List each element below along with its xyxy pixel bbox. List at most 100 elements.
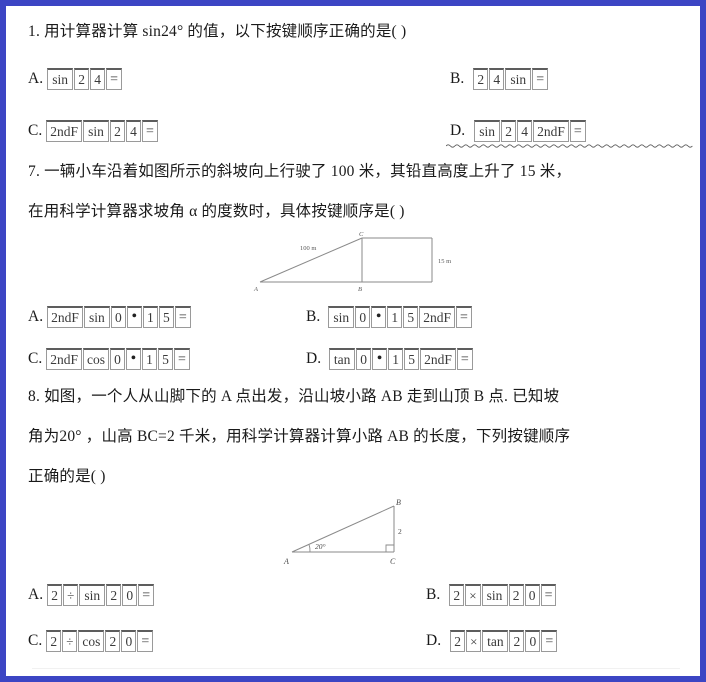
q1-option-b[interactable]: B. 2 4 sin = [450, 68, 549, 90]
calculator-key-5: 5 [158, 306, 174, 328]
q7-option-c-label: C. [28, 350, 43, 367]
page-border-bottom [0, 676, 706, 682]
calculator-key-cos: cos [78, 630, 105, 652]
calculator-key-0: 0 [110, 306, 126, 328]
q7-label-vertex-b: B [358, 286, 362, 292]
calculator-key-2ndF: 2ndF [46, 120, 82, 142]
calculator-key-: = [569, 120, 586, 142]
q7-slope-triangle-figure: 100 m 15 m A B C [252, 230, 464, 292]
calculator-key-2: 2 [509, 630, 525, 652]
calculator-key-0: 0 [109, 348, 125, 370]
question-7-text-line-1: 7. 一辆小车沿着如图所示的斜坡向上行驶了 100 米，其铅直高度上升了 15 … [28, 163, 572, 180]
q8-label-vertex-a: A [283, 557, 289, 566]
calculator-key-2: 2 [508, 584, 524, 606]
calculator-key-2: 2 [109, 120, 125, 142]
q8-option-a[interactable]: A. 2 ÷ sin 2 0 = [28, 584, 155, 606]
q7-option-c-keys: 2ndF cos 0 • 1 5 = [46, 348, 191, 370]
q8-option-d-label: D. [426, 632, 442, 649]
q1-option-d-wavy-underline [446, 143, 696, 148]
calculator-key-: = [540, 584, 557, 606]
calculator-key-sin: sin [83, 306, 110, 328]
calculator-key-4: 4 [517, 120, 533, 142]
calculator-key-2ndF: 2ndF [47, 306, 83, 328]
calculator-key-1: 1 [141, 348, 157, 370]
calculator-key-2: 2 [473, 68, 489, 90]
calculator-key-0: 0 [121, 630, 137, 652]
q8-option-b-keys: 2 × sin 2 0 = [449, 584, 557, 606]
calculator-key-: = [174, 306, 191, 328]
q8-mountain-triangle-figure: 20° 2 A C B [278, 498, 438, 566]
question-8-text-line-2: 角为20° ，山高 BC=2 千米，用科学计算器计算小路 AB 的长度，下列按键… [28, 428, 571, 445]
calculator-key-2ndF: 2ndF [419, 306, 455, 328]
worksheet-content: 1. 用计算器计算 sin24° 的值，以下按键顺序正确的是( ) A. sin… [6, 6, 700, 676]
calculator-key-1: 1 [388, 348, 404, 370]
calculator-key-2ndF: 2ndF [533, 120, 569, 142]
q7-option-b[interactable]: B. sin 0 • 1 5 2ndF = [306, 306, 473, 328]
q8-option-a-label: A. [28, 586, 44, 603]
calculator-key-sin: sin [47, 68, 74, 90]
calculator-key-: • [126, 306, 142, 328]
calculator-key-5: 5 [157, 348, 173, 370]
q7-option-c[interactable]: C. 2ndF cos 0 • 1 5 = [28, 348, 191, 370]
q7-option-a-label: A. [28, 308, 44, 325]
q1-option-a[interactable]: A. sin 2 4 = [28, 68, 123, 90]
calculator-key-sin: sin [82, 120, 109, 142]
q7-option-a[interactable]: A. 2ndF sin 0 • 1 5 = [28, 306, 192, 328]
calculator-key-: = [456, 348, 473, 370]
calculator-key-2: 2 [449, 584, 465, 606]
q7-option-d[interactable]: D. tan 0 • 1 5 2ndF = [306, 348, 474, 370]
q1-option-b-label: B. [450, 70, 465, 87]
calculator-key-2: 2 [106, 584, 122, 606]
calculator-key-2: 2 [47, 584, 63, 606]
calculator-key-sin: sin [328, 306, 355, 328]
q7-option-b-keys: sin 0 • 1 5 2ndF = [328, 306, 473, 328]
calculator-key-2: 2 [74, 68, 90, 90]
calculator-key-: • [125, 348, 141, 370]
q8-label-vertex-c: C [390, 557, 396, 566]
calculator-key-: = [532, 68, 549, 90]
q7-label-vertical: 15 m [438, 258, 451, 265]
calculator-key-0: 0 [524, 584, 540, 606]
calculator-key-sin: sin [474, 120, 501, 142]
calculator-key-0: 0 [356, 348, 372, 370]
q8-option-b[interactable]: B. 2 × sin 2 0 = [426, 584, 557, 606]
q1-option-d[interactable]: D. sin 2 4 2ndF = [450, 120, 587, 142]
q7-label-hypotenuse: 100 m [300, 245, 316, 252]
calculator-key-2ndF: 2ndF [420, 348, 456, 370]
calculator-key-sin: sin [79, 584, 106, 606]
q1-option-c-keys: 2ndF sin 2 4 = [46, 120, 159, 142]
worksheet-page: 1. 用计算器计算 sin24° 的值，以下按键顺序正确的是( ) A. sin… [0, 0, 706, 682]
q7-option-b-label: B. [306, 308, 321, 325]
calculator-key-: = [137, 630, 154, 652]
calculator-key-: = [173, 348, 190, 370]
q1-option-c[interactable]: C. 2ndF sin 2 4 = [28, 120, 159, 142]
q7-label-vertex-a: A [253, 286, 258, 292]
calculator-key-0: 0 [525, 630, 541, 652]
calculator-key-1: 1 [387, 306, 403, 328]
q1-option-a-keys: sin 2 4 = [47, 68, 123, 90]
calculator-key-2ndF: 2ndF [46, 348, 82, 370]
calculator-key-cos: cos [82, 348, 109, 370]
calculator-key-5: 5 [403, 306, 419, 328]
q7-option-d-label: D. [306, 350, 322, 367]
question-1-text-line-1: 1. 用计算器计算 sin24° 的值，以下按键顺序正确的是( ) [28, 23, 407, 40]
calculator-key-2: 2 [450, 630, 466, 652]
calculator-key-: ÷ [62, 630, 78, 652]
calculator-key-sin: sin [481, 584, 508, 606]
page-border-right [700, 0, 706, 682]
calculator-key-: = [138, 584, 155, 606]
q7-option-d-keys: tan 0 • 1 5 2ndF = [329, 348, 474, 370]
calculator-key-: • [371, 306, 387, 328]
calculator-key-: × [465, 584, 481, 606]
q8-option-c-label: C. [28, 632, 43, 649]
q8-option-d-keys: 2 × tan 2 0 = [450, 630, 558, 652]
q8-option-b-label: B. [426, 586, 441, 603]
q8-option-c[interactable]: C. 2 ÷ cos 2 0 = [28, 630, 154, 652]
calculator-key-5: 5 [404, 348, 420, 370]
calculator-key-2: 2 [105, 630, 121, 652]
question-8-text-line-3: 正确的是( ) [28, 468, 106, 485]
q8-option-d[interactable]: D. 2 × tan 2 0 = [426, 630, 558, 652]
calculator-key-2: 2 [501, 120, 517, 142]
q8-option-a-keys: 2 ÷ sin 2 0 = [47, 584, 155, 606]
q1-option-d-label: D. [450, 122, 466, 139]
